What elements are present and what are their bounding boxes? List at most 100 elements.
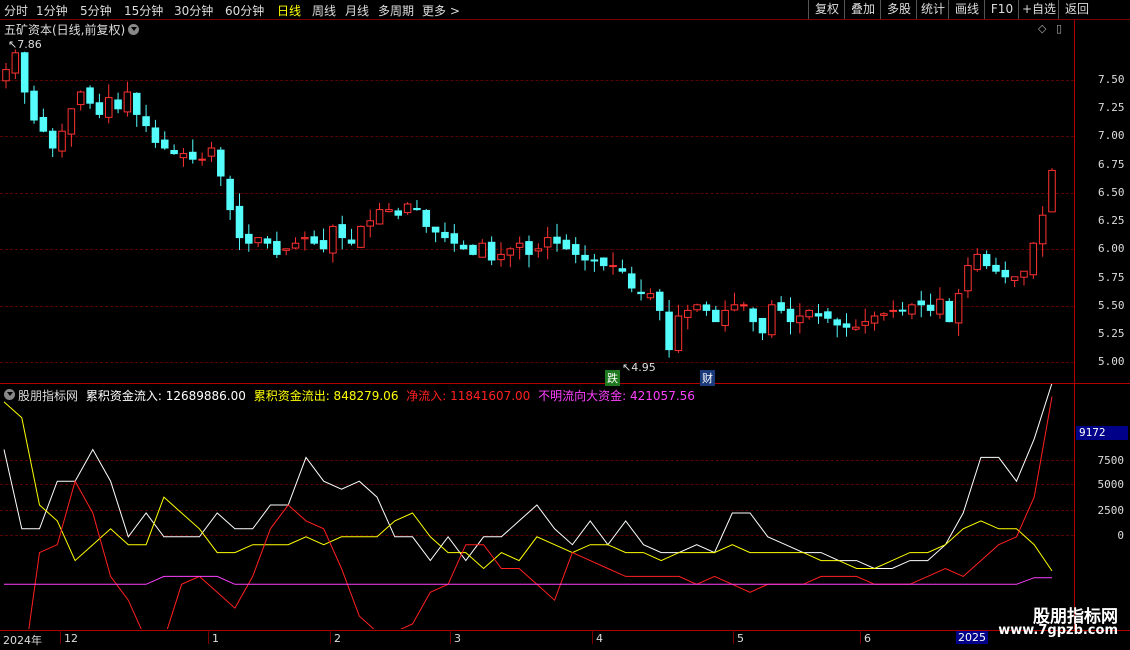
- candle-body: [254, 237, 262, 244]
- time-axis-tick: [208, 630, 209, 644]
- candle-body: [469, 244, 477, 255]
- candle-body: [235, 205, 244, 239]
- candle-body: [609, 265, 617, 268]
- big-fund-line: [4, 575, 1052, 585]
- candle-body: [375, 209, 384, 225]
- candle-body: [973, 253, 982, 271]
- candle-body: [2, 69, 10, 82]
- candle-body: [1001, 269, 1010, 278]
- price-axis-label: 5.50: [1098, 299, 1125, 312]
- time-axis-label: 12: [64, 632, 78, 645]
- price-axis-label: 7.50: [1098, 73, 1125, 86]
- indicator-axis-label: 0: [1117, 529, 1124, 542]
- candle-body: [39, 116, 48, 132]
- candle-body: [160, 139, 169, 149]
- candle-body: [431, 226, 440, 233]
- candle-body: [459, 244, 468, 250]
- indicator-axis-label: 2500: [1097, 504, 1125, 517]
- candle-body: [1020, 270, 1028, 278]
- candle-body: [954, 293, 963, 324]
- candle-body: [95, 102, 104, 115]
- candle-body: [506, 248, 515, 256]
- candle-body: [151, 127, 160, 143]
- indicator-chart[interactable]: [0, 384, 1074, 629]
- candle-body: [67, 108, 76, 135]
- price-axis-label: 6.50: [1098, 186, 1125, 199]
- candle-body: [590, 259, 599, 262]
- candle-body: [786, 308, 795, 323]
- candle-body: [908, 304, 916, 315]
- candle-body: [805, 309, 813, 318]
- candle-body: [198, 158, 206, 161]
- candle-body: [693, 304, 701, 311]
- candle-body: [777, 302, 785, 311]
- candle-body: [217, 149, 225, 177]
- candle-body: [599, 257, 608, 267]
- indicator-axis-label: 5000: [1097, 478, 1125, 491]
- candle-body: [758, 317, 767, 334]
- candle-body: [870, 315, 879, 324]
- candle-body: [861, 321, 869, 326]
- candle-body: [142, 116, 150, 127]
- indicator-axis-label: 7500: [1097, 454, 1125, 467]
- candle-body: [338, 224, 346, 239]
- candle-body: [889, 309, 898, 312]
- price-axis-label: 6.75: [1098, 158, 1125, 171]
- price-axis-label: 5.75: [1098, 271, 1125, 284]
- candle-body: [170, 149, 178, 155]
- candle-body: [982, 254, 991, 267]
- time-axis-label: 2: [334, 632, 341, 645]
- price-axis-label: 7.25: [1098, 101, 1125, 114]
- time-axis-label: 3: [454, 632, 461, 645]
- candle-body: [487, 241, 496, 261]
- candle-body: [366, 220, 375, 227]
- candle-body: [833, 319, 841, 326]
- candle-body: [132, 92, 141, 115]
- candle-body: [123, 91, 132, 113]
- candle-body: [347, 239, 356, 244]
- candle-body: [525, 241, 533, 255]
- candle-body: [1029, 242, 1038, 276]
- time-axis-label-current-year: 2025: [956, 631, 988, 644]
- candle-body: [20, 52, 29, 93]
- time-axis-tick: [733, 630, 734, 644]
- watermark-url: www.7gpzb.com: [998, 623, 1118, 638]
- candle-body: [497, 253, 505, 261]
- candle-body: [11, 52, 20, 74]
- candle-body: [712, 309, 720, 323]
- high-price-annotation: ↖7.86: [8, 38, 42, 51]
- candle-body: [637, 291, 645, 295]
- candlestick-chart[interactable]: [0, 0, 1074, 383]
- candle-body: [207, 147, 216, 157]
- candle-body: [301, 237, 309, 240]
- candle-body: [104, 97, 113, 118]
- candle-body: [30, 90, 38, 121]
- time-axis-label: 1: [212, 632, 219, 645]
- candle-body: [562, 239, 571, 250]
- time-axis-label: 4: [596, 632, 603, 645]
- candle-body: [749, 308, 757, 323]
- candle-body: [571, 244, 580, 255]
- candle-body: [450, 233, 459, 244]
- price-axis-label: 6.25: [1098, 214, 1125, 227]
- candle-body: [796, 315, 804, 324]
- axis-divider: [1074, 20, 1075, 630]
- candle-body: [515, 242, 524, 248]
- time-axis-label: 6: [864, 632, 871, 645]
- candle-body: [114, 99, 122, 110]
- candle-body: [665, 311, 673, 351]
- candle-body: [413, 207, 421, 211]
- candle-body: [655, 291, 664, 311]
- time-axis-tick: [330, 630, 331, 644]
- candle-body: [86, 87, 94, 104]
- candle-body: [534, 248, 543, 252]
- candle-body: [880, 313, 888, 316]
- candle-body: [814, 313, 823, 317]
- price-axis-label: 5.00: [1098, 355, 1125, 368]
- candle-body: [179, 153, 188, 159]
- price-axis-label: 7.00: [1098, 129, 1125, 142]
- candle-body: [945, 300, 954, 323]
- time-axis-tick: [592, 630, 593, 644]
- inflow-line: [3, 384, 1053, 569]
- candle-body: [646, 293, 655, 299]
